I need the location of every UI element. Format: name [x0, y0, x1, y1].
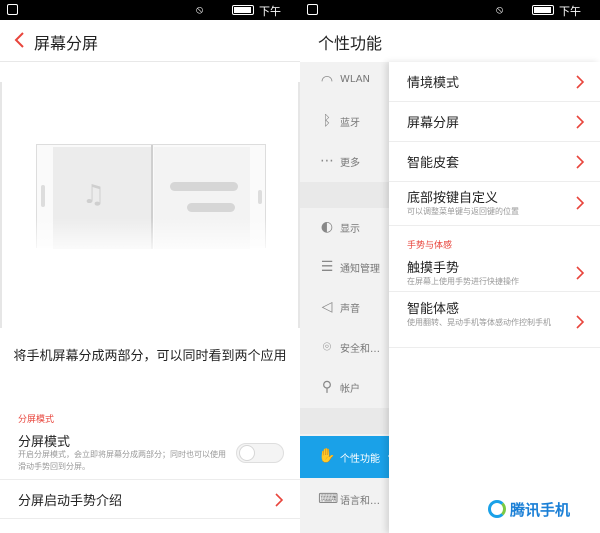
personalization-panel: ⦸ 下午2:22 个性功能 ◠ WLAN ᛒ 蓝牙 ⋯ 更多 ◐ 显示 ☰ 通知…	[300, 0, 600, 533]
menu-item-smart-cover[interactable]: 智能皮套	[407, 152, 459, 171]
touch-gestures-description: 在屏幕上使用手势进行快捷操作	[407, 277, 519, 286]
menu-item-touch-gestures[interactable]: 触摸手势	[407, 257, 459, 276]
chevron-right-icon	[575, 314, 585, 329]
status-bar: ⦸ 下午2:22	[300, 0, 600, 32]
menu-item-bottom-keys[interactable]: 底部按键自定义	[407, 187, 498, 206]
status-bar: ⦸ 下午2:22	[0, 0, 300, 32]
location-pin-icon: ⌾	[322, 339, 332, 355]
sidebar-item-accounts[interactable]: ⚲ 帐户	[300, 368, 389, 408]
battery-icon	[532, 5, 554, 15]
split-screen-illustration: ♫	[0, 82, 300, 328]
split-screen-settings-panel: ⦸ 下午2:22 屏幕分屏 ♫ 将手机屏幕分成两部分，可以同时看到两个应用 分屏…	[0, 0, 300, 533]
screenshot-notify-icon	[307, 4, 318, 15]
split-mode-toggle[interactable]	[236, 443, 284, 463]
bluetooth-icon: ᛒ	[322, 113, 332, 129]
tencent-mobile-watermark: 腾讯手机	[488, 499, 586, 519]
sidebar-item-security[interactable]: ⌾ 安全和…	[300, 328, 389, 368]
menu-item-motion-control[interactable]: 智能体感	[407, 298, 459, 317]
vibrate-icon: ⦸	[496, 3, 504, 16]
battery-icon	[232, 5, 254, 15]
feature-description: 将手机屏幕分成两部分，可以同时看到两个应用	[13, 349, 287, 364]
tencent-logo-icon	[488, 500, 506, 518]
sidebar-item-bluetooth[interactable]: ᛒ 蓝牙	[300, 102, 389, 142]
brightness-icon: ◐	[320, 219, 334, 235]
wifi-icon: ◠	[320, 73, 334, 89]
settings-sidebar: ◠ WLAN ᛒ 蓝牙 ⋯ 更多 ◐ 显示 ☰ 通知管理 ◁ 声音 ⌾ 安全和…	[300, 62, 395, 533]
sidebar-item-sound[interactable]: ◁ 声音	[300, 288, 389, 328]
more-dots-icon: ⋯	[320, 153, 334, 169]
chevron-right-icon	[575, 195, 585, 210]
chevron-right-icon	[575, 114, 585, 129]
personalization-menu: 情境模式 屏幕分屏 智能皮套 底部按键自定义 可以调整菜单键与返回键的位置 手势…	[389, 62, 600, 533]
chevron-right-icon	[575, 154, 585, 169]
notification-list-icon: ☰	[320, 259, 334, 275]
page-header: 个性功能	[300, 20, 600, 62]
message-bubble-icon	[187, 203, 235, 212]
person-icon: ⚲	[321, 379, 333, 395]
menu-item-split-screen[interactable]: 屏幕分屏	[407, 112, 459, 131]
gesture-intro-title[interactable]: 分屏启动手势介绍	[18, 490, 122, 509]
page-title: 个性功能	[318, 34, 383, 53]
sidebar-item-display[interactable]: ◐ 显示	[300, 208, 389, 248]
back-arrow-icon[interactable]	[12, 29, 28, 51]
chevron-right-icon	[274, 492, 284, 507]
section-header-split-mode: 分屏模式	[18, 415, 55, 425]
speaker-icon: ◁	[321, 299, 333, 315]
bottom-keys-description: 可以调整菜单键与返回键的位置	[407, 207, 519, 216]
music-note-icon: ♫	[82, 180, 106, 210]
sidebar-item-language[interactable]: ⌨ 语言和…	[300, 480, 389, 520]
page-title: 屏幕分屏	[34, 34, 99, 53]
chevron-right-icon	[575, 265, 585, 280]
motion-control-description: 使用翻转、晃动手机等体感动作控制手机	[407, 318, 551, 327]
sidebar-item-notifications[interactable]: ☰ 通知管理	[300, 248, 389, 288]
screenshot-notify-icon	[7, 4, 18, 15]
split-mode-description: 开启分屏模式，会立即将屏幕分成两部分；同时也可以使用滑动手势回到分屏。	[18, 450, 226, 471]
menu-item-scene-mode[interactable]: 情境模式	[407, 72, 459, 91]
keyboard-icon: ⌨	[318, 491, 339, 507]
message-bubble-icon	[170, 182, 238, 191]
chevron-right-icon	[575, 74, 585, 89]
page-header: 屏幕分屏	[0, 20, 300, 62]
sidebar-item-personalization[interactable]: ✋ 个性功能	[300, 436, 395, 478]
section-header-gestures: 手势与体感	[407, 241, 453, 251]
hand-icon: ✋	[318, 448, 336, 464]
split-mode-title: 分屏模式	[18, 435, 71, 450]
vibrate-icon: ⦸	[196, 3, 204, 16]
sidebar-item-more[interactable]: ⋯ 更多	[300, 142, 389, 182]
sidebar-item-wlan[interactable]: ◠ WLAN	[300, 62, 389, 102]
